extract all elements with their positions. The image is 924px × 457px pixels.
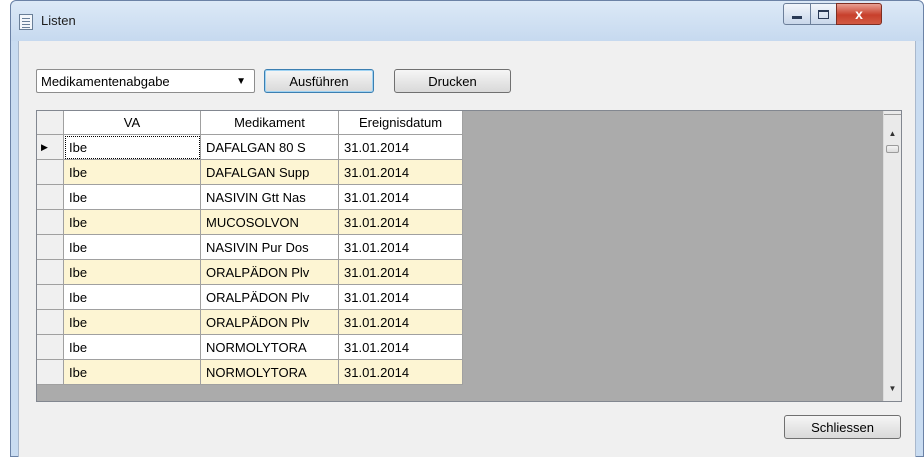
- current-row-marker-icon[interactable]: ▶: [37, 135, 64, 160]
- cell-medikament[interactable]: MUCOSOLVON: [201, 210, 339, 235]
- cell-va[interactable]: Ibe: [64, 210, 201, 235]
- dropdown-arrow-icon[interactable]: ▼: [236, 76, 246, 87]
- row-header[interactable]: [37, 285, 64, 310]
- close-icon: x: [855, 6, 863, 22]
- cell-medikament[interactable]: NASIVIN Gtt Nas: [201, 185, 339, 210]
- cell-va[interactable]: Ibe: [64, 310, 201, 335]
- maximize-icon: [818, 9, 829, 19]
- table-row[interactable]: Ibe DAFALGAN Supp 31.01.2014: [37, 160, 463, 185]
- table-row[interactable]: Ibe ORALPÄDON Plv 31.01.2014: [37, 285, 463, 310]
- cell-medikament[interactable]: ORALPÄDON Plv: [201, 285, 339, 310]
- grid-header-row: VA Medikament Ereignisdatum: [37, 111, 463, 135]
- cell-medikament[interactable]: NORMOLYTORA: [201, 335, 339, 360]
- table-row[interactable]: Ibe NORMOLYTORA 31.01.2014: [37, 335, 463, 360]
- cell-ereignisdatum[interactable]: 31.01.2014: [339, 310, 463, 335]
- cell-ereignisdatum[interactable]: 31.01.2014: [339, 135, 463, 160]
- close-window-button[interactable]: x: [836, 3, 882, 25]
- cell-ereignisdatum[interactable]: 31.01.2014: [339, 160, 463, 185]
- cell-ereignisdatum[interactable]: 31.01.2014: [339, 335, 463, 360]
- listen-window: Listen x Medikamentenabgabe ▼ Ausführen …: [10, 0, 924, 457]
- cell-va[interactable]: Ibe: [64, 185, 201, 210]
- data-grid[interactable]: VA Medikament Ereignisdatum ▶ Ibe DAFALGAN…: [36, 110, 902, 402]
- row-header[interactable]: [37, 185, 64, 210]
- table-row[interactable]: Ibe NASIVIN Pur Dos 31.01.2014: [37, 235, 463, 260]
- execute-button[interactable]: Ausführen: [264, 69, 374, 93]
- scroll-up-arrow-icon[interactable]: ▲: [884, 125, 901, 142]
- table-row[interactable]: Ibe ORALPÄDON Plv 31.01.2014: [37, 260, 463, 285]
- table-row[interactable]: Ibe NORMOLYTORA 31.01.2014: [37, 360, 463, 385]
- cell-medikament[interactable]: ORALPÄDON Plv: [201, 260, 339, 285]
- row-header[interactable]: [37, 260, 64, 285]
- maximize-button[interactable]: [810, 3, 837, 25]
- table-row[interactable]: Ibe MUCOSOLVON 31.01.2014: [37, 210, 463, 235]
- cell-ereignisdatum[interactable]: 31.01.2014: [339, 360, 463, 385]
- row-header[interactable]: [37, 210, 64, 235]
- client-area: Medikamentenabgabe ▼ Ausführen Drucken V…: [18, 41, 916, 457]
- cell-ereignisdatum[interactable]: 31.01.2014: [339, 260, 463, 285]
- cell-va[interactable]: Ibe: [64, 235, 201, 260]
- cell-va[interactable]: Ibe: [64, 335, 201, 360]
- print-button[interactable]: Drucken: [394, 69, 511, 93]
- cell-medikament[interactable]: ORALPÄDON Plv: [201, 310, 339, 335]
- list-window-icon: [19, 14, 33, 30]
- table-row[interactable]: Ibe ORALPÄDON Plv 31.01.2014: [37, 310, 463, 335]
- cell-ereignisdatum[interactable]: 31.01.2014: [339, 185, 463, 210]
- cell-medikament[interactable]: NORMOLYTORA: [201, 360, 339, 385]
- cell-medikament[interactable]: NASIVIN Pur Dos: [201, 235, 339, 260]
- minimize-button[interactable]: [783, 3, 811, 25]
- column-header-va[interactable]: VA: [64, 111, 201, 135]
- cell-ereignisdatum[interactable]: 31.01.2014: [339, 285, 463, 310]
- scrollbar-top-edge: [884, 111, 901, 115]
- cell-ereignisdatum[interactable]: 31.01.2014: [339, 235, 463, 260]
- row-header-corner[interactable]: [37, 111, 64, 135]
- cell-va[interactable]: Ibe: [64, 135, 201, 160]
- cell-medikament[interactable]: DAFALGAN Supp: [201, 160, 339, 185]
- cell-va[interactable]: Ibe: [64, 360, 201, 385]
- cell-va[interactable]: Ibe: [64, 260, 201, 285]
- row-header[interactable]: [37, 335, 64, 360]
- row-header[interactable]: [37, 160, 64, 185]
- row-header[interactable]: [37, 235, 64, 260]
- minimize-icon: [792, 16, 802, 19]
- window-title: Listen: [41, 13, 76, 28]
- cell-va[interactable]: Ibe: [64, 160, 201, 185]
- scroll-down-arrow-icon[interactable]: ▼: [884, 380, 901, 397]
- cell-va[interactable]: Ibe: [64, 285, 201, 310]
- list-type-dropdown[interactable]: Medikamentenabgabe ▼: [36, 69, 255, 93]
- table-row[interactable]: Ibe NASIVIN Gtt Nas 31.01.2014: [37, 185, 463, 210]
- cell-ereignisdatum[interactable]: 31.01.2014: [339, 210, 463, 235]
- vertical-scrollbar[interactable]: ▲ ▼: [883, 111, 901, 401]
- row-header[interactable]: [37, 310, 64, 335]
- cell-medikament[interactable]: DAFALGAN 80 S: [201, 135, 339, 160]
- row-header[interactable]: [37, 360, 64, 385]
- schliessen-button[interactable]: Schliessen: [784, 415, 901, 439]
- grid-body: VA Medikament Ereignisdatum ▶ Ibe DAFALGAN…: [37, 111, 883, 401]
- scrollbar-thumb[interactable]: [886, 145, 899, 153]
- column-header-medikament[interactable]: Medikament: [201, 111, 339, 135]
- list-type-value: Medikamentenabgabe: [41, 73, 170, 89]
- title-bar[interactable]: Listen x: [11, 1, 923, 41]
- column-header-ereignisdatum[interactable]: Ereignisdatum: [339, 111, 463, 135]
- table-row[interactable]: ▶ Ibe DAFALGAN 80 S 31.01.2014: [37, 135, 463, 160]
